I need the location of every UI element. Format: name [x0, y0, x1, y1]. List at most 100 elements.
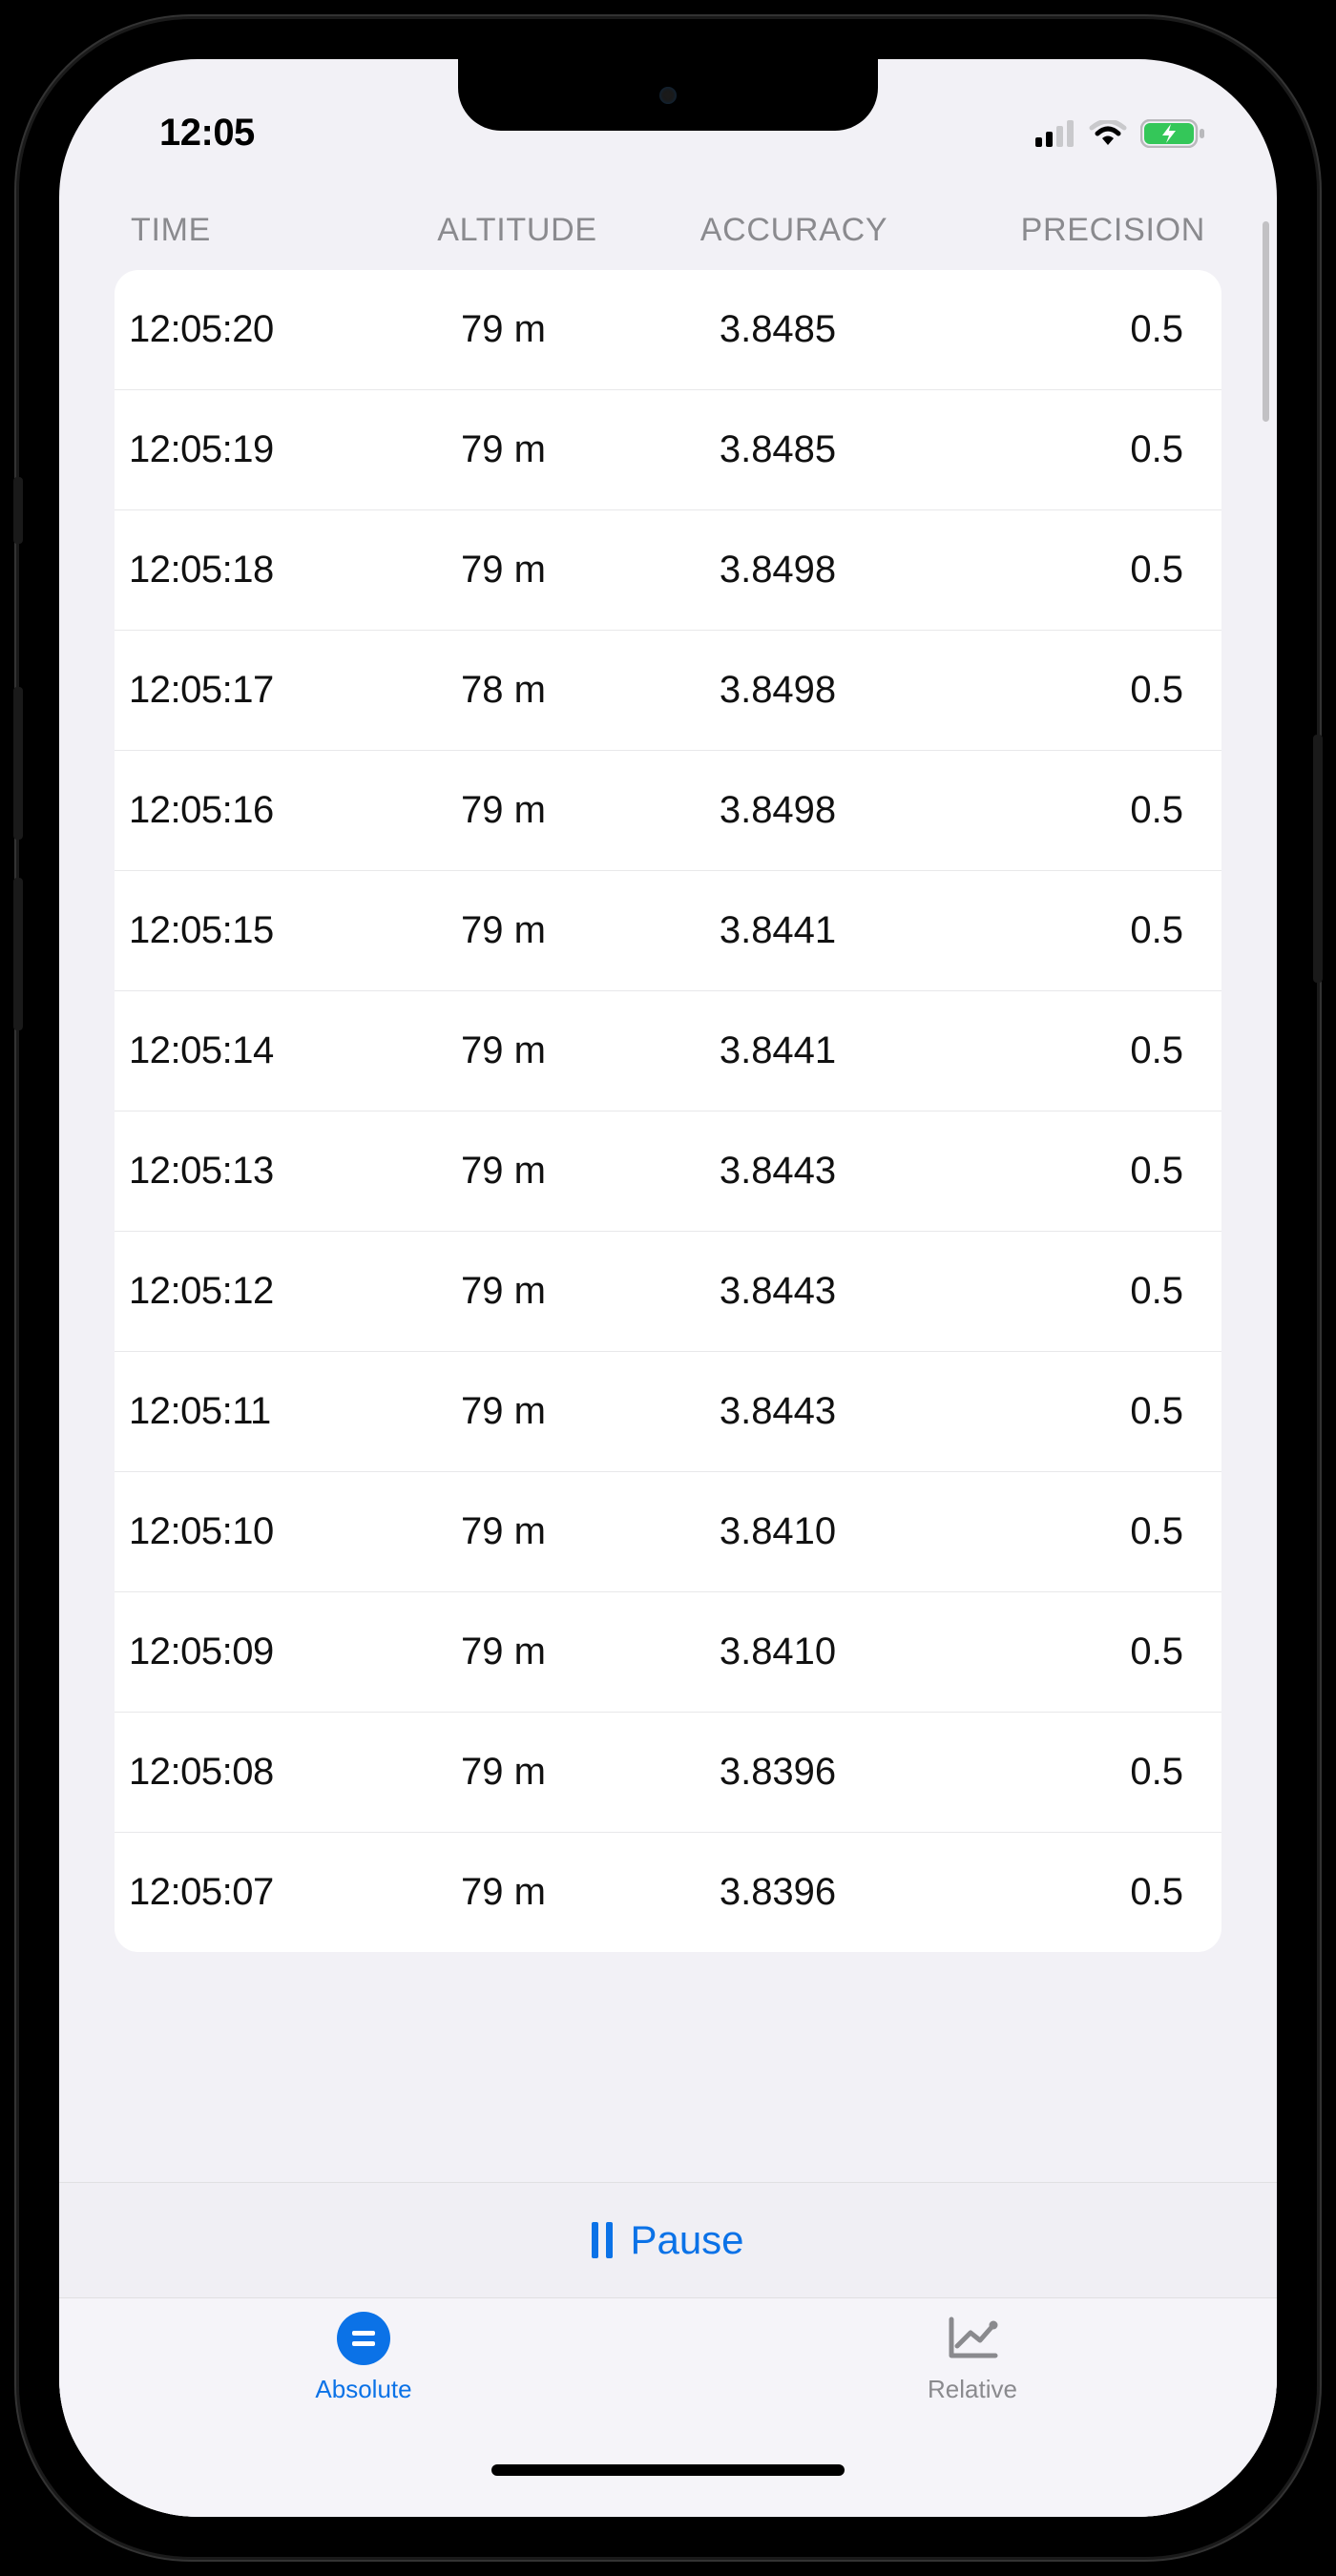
home-indicator-area [59, 2464, 1277, 2517]
absolute-equals-icon [337, 2312, 390, 2365]
reading-time: 12:05:17 [129, 669, 377, 712]
reading-time: 12:05:12 [129, 1270, 377, 1313]
status-time: 12:05 [159, 112, 255, 155]
home-indicator[interactable] [491, 2464, 845, 2476]
reading-accuracy: 3.8485 [630, 428, 926, 471]
reading-accuracy: 3.8441 [630, 1029, 926, 1072]
reading-time: 12:05:08 [129, 1751, 377, 1794]
reading-accuracy: 3.8498 [630, 669, 926, 712]
header-time: TIME [131, 212, 388, 249]
tab-relative[interactable]: Relative [668, 2312, 1277, 2464]
reading-time: 12:05:16 [129, 789, 377, 832]
reading-altitude: 78 m [377, 669, 630, 712]
reading-accuracy: 3.8410 [630, 1631, 926, 1673]
reading-precision: 0.5 [926, 1150, 1193, 1193]
reading-accuracy: 3.8410 [630, 1510, 926, 1553]
table-row[interactable]: 12:05:1479 m3.84410.5 [115, 991, 1221, 1111]
reading-accuracy: 3.8396 [630, 1751, 926, 1794]
reading-time: 12:05:07 [129, 1871, 377, 1914]
wifi-icon [1089, 120, 1127, 147]
reading-time: 12:05:09 [129, 1631, 377, 1673]
header-accuracy: ACCURACY [646, 212, 942, 249]
phone-frame: 12:05 [19, 19, 1317, 2557]
reading-altitude: 79 m [377, 1871, 630, 1914]
header-altitude: ALTITUDE [388, 212, 646, 249]
reading-precision: 0.5 [926, 1390, 1193, 1433]
reading-altitude: 79 m [377, 308, 630, 351]
power-button [1313, 735, 1323, 983]
table-header: TIME ALTITUDE ACCURACY PRECISION [59, 174, 1277, 270]
reading-precision: 0.5 [926, 1631, 1193, 1673]
reading-altitude: 79 m [377, 1751, 630, 1794]
reading-time: 12:05:14 [129, 1029, 377, 1072]
table-row[interactable]: 12:05:0779 m3.83960.5 [115, 1833, 1221, 1952]
status-icons [1035, 119, 1205, 148]
reading-precision: 0.5 [926, 428, 1193, 471]
reading-altitude: 79 m [377, 1510, 630, 1553]
volume-up-button [13, 687, 23, 840]
reading-precision: 0.5 [926, 1270, 1193, 1313]
reading-precision: 0.5 [926, 669, 1193, 712]
table-row[interactable]: 12:05:1879 m3.84980.5 [115, 510, 1221, 631]
reading-precision: 0.5 [926, 789, 1193, 832]
front-camera [659, 87, 677, 104]
reading-altitude: 79 m [377, 1390, 630, 1433]
reading-time: 12:05:20 [129, 308, 377, 351]
volume-down-button [13, 878, 23, 1030]
reading-time: 12:05:13 [129, 1150, 377, 1193]
reading-time: 12:05:15 [129, 909, 377, 952]
pause-label: Pause [630, 2217, 743, 2263]
reading-altitude: 79 m [377, 1631, 630, 1673]
table-row[interactable]: 12:05:1079 m3.84100.5 [115, 1472, 1221, 1592]
table-row[interactable]: 12:05:2079 m3.84850.5 [115, 270, 1221, 390]
table-row[interactable]: 12:05:1379 m3.84430.5 [115, 1111, 1221, 1232]
reading-time: 12:05:10 [129, 1510, 377, 1553]
reading-accuracy: 3.8443 [630, 1150, 926, 1193]
reading-altitude: 79 m [377, 909, 630, 952]
pause-icon [592, 2222, 613, 2258]
table-row[interactable]: 12:05:0979 m3.84100.5 [115, 1592, 1221, 1713]
reading-accuracy: 3.8441 [630, 909, 926, 952]
tab-absolute-label: Absolute [315, 2375, 411, 2404]
scrollbar-indicator[interactable] [1263, 221, 1269, 422]
bottom-toolbar: Pause Absolute [59, 2182, 1277, 2517]
table-row[interactable]: 12:05:1579 m3.84410.5 [115, 871, 1221, 991]
cellular-signal-icon [1035, 120, 1075, 147]
reading-precision: 0.5 [926, 1510, 1193, 1553]
tab-bar: Absolute Relative [59, 2297, 1277, 2464]
battery-charging-icon [1140, 119, 1205, 148]
reading-altitude: 79 m [377, 1150, 630, 1193]
reading-altitude: 79 m [377, 789, 630, 832]
reading-time: 12:05:19 [129, 428, 377, 471]
pause-button[interactable]: Pause [59, 2183, 1277, 2297]
reading-precision: 0.5 [926, 909, 1193, 952]
reading-altitude: 79 m [377, 549, 630, 592]
table-row[interactable]: 12:05:1279 m3.84430.5 [115, 1232, 1221, 1352]
reading-accuracy: 3.8498 [630, 549, 926, 592]
table-row[interactable]: 12:05:1778 m3.84980.5 [115, 631, 1221, 751]
reading-altitude: 79 m [377, 1270, 630, 1313]
header-precision: PRECISION [942, 212, 1220, 249]
table-row[interactable]: 12:05:1979 m3.84850.5 [115, 390, 1221, 510]
reading-altitude: 79 m [377, 1029, 630, 1072]
reading-accuracy: 3.8485 [630, 308, 926, 351]
reading-time: 12:05:18 [129, 549, 377, 592]
table-row[interactable]: 12:05:1179 m3.84430.5 [115, 1352, 1221, 1472]
reading-precision: 0.5 [926, 308, 1193, 351]
reading-precision: 0.5 [926, 1029, 1193, 1072]
tab-relative-label: Relative [928, 2375, 1017, 2404]
reading-altitude: 79 m [377, 428, 630, 471]
reading-precision: 0.5 [926, 1871, 1193, 1914]
notch [458, 59, 878, 131]
reading-time: 12:05:11 [129, 1390, 377, 1433]
reading-accuracy: 3.8443 [630, 1270, 926, 1313]
readings-table[interactable]: 12:05:2079 m3.84850.512:05:1979 m3.84850… [115, 270, 1221, 1952]
table-row[interactable]: 12:05:1679 m3.84980.5 [115, 751, 1221, 871]
reading-accuracy: 3.8396 [630, 1871, 926, 1914]
relative-chart-icon [946, 2312, 999, 2365]
table-row[interactable]: 12:05:0879 m3.83960.5 [115, 1713, 1221, 1833]
screen: 12:05 [59, 59, 1277, 2517]
tab-absolute[interactable]: Absolute [59, 2312, 668, 2464]
silence-switch [13, 477, 23, 544]
reading-accuracy: 3.8443 [630, 1390, 926, 1433]
